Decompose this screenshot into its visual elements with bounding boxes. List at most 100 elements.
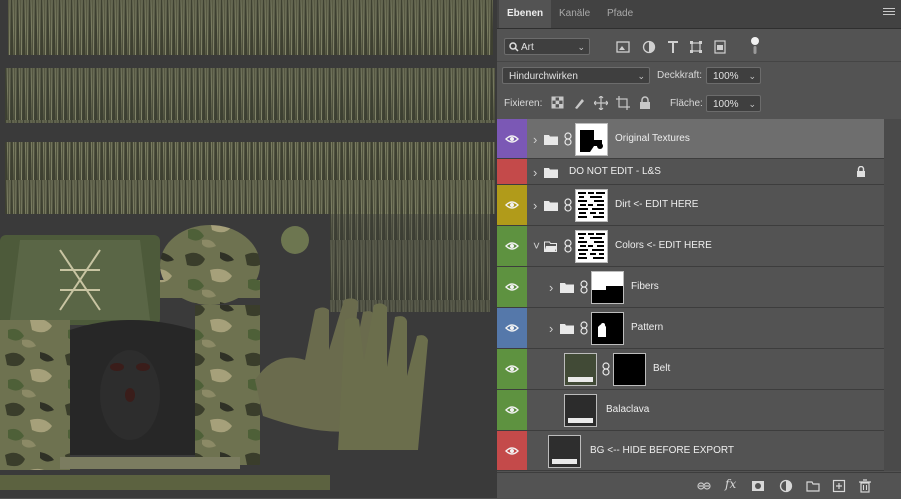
mask-link-icon[interactable] — [564, 131, 572, 146]
layer-mask-thumbnail[interactable] — [591, 271, 624, 304]
fill-layer-bar — [568, 377, 593, 382]
layers-panel: Ebenen Kanäle Pfade Art ⌄ Hindurchwirken… — [497, 0, 901, 499]
layer-visibility-toggle[interactable] — [497, 431, 527, 470]
mask-link-icon[interactable] — [564, 198, 572, 212]
tab-kanaele[interactable]: Kanäle — [551, 0, 598, 28]
layer-row[interactable]: › Original Textures — [497, 119, 884, 159]
layer-row[interactable]: Belt — [497, 349, 884, 390]
blend-mode-select[interactable]: Hindurchwirken ⌄ — [502, 67, 650, 84]
expand-group-icon[interactable]: › — [533, 132, 537, 147]
blend-mode-value: Hindurchwirken — [509, 71, 578, 82]
smart-object-filter-icon[interactable] — [713, 40, 727, 54]
layer-visibility-toggle[interactable] — [497, 159, 527, 184]
filter-kind-select[interactable]: Art ⌄ — [504, 38, 590, 55]
filter-kind-label: Art — [521, 42, 534, 53]
layer-mask-thumbnail[interactable] — [575, 230, 608, 263]
adjustment-filter-icon[interactable] — [642, 40, 656, 54]
eye-icon — [505, 365, 519, 373]
expand-group-icon[interactable]: › — [549, 321, 553, 336]
layer-visibility-toggle[interactable] — [497, 267, 527, 307]
folder-icon — [544, 167, 558, 178]
link-icon[interactable] — [697, 479, 711, 493]
filter-toggle-icon[interactable] — [750, 36, 760, 56]
layer-name[interactable]: Original Textures — [615, 133, 690, 144]
mask-link-icon[interactable] — [564, 239, 572, 253]
layer-row[interactable]: ˅ Colors <- EDIT HERE — [497, 226, 884, 267]
layer-visibility-toggle[interactable] — [497, 185, 527, 225]
layer-name[interactable]: DO NOT EDIT - L&S — [569, 166, 661, 177]
eye-icon — [505, 283, 519, 291]
layer-name[interactable]: Fibers — [631, 281, 659, 292]
eye-icon — [505, 406, 519, 414]
layer-visibility-toggle[interactable] — [497, 308, 527, 348]
fill-layer-bar — [568, 418, 593, 423]
expand-group-icon[interactable]: › — [549, 280, 553, 295]
panel-footer: fx — [497, 472, 901, 499]
type-filter-icon[interactable] — [666, 40, 680, 54]
collapse-group-icon[interactable]: ˅ — [533, 239, 540, 253]
eye-icon — [505, 446, 519, 455]
pixel-filter-icon[interactable] — [616, 40, 630, 54]
fx-icon[interactable]: fx — [725, 477, 739, 491]
layer-thumbnail — [564, 353, 597, 386]
layer-visibility-toggle[interactable] — [497, 226, 527, 266]
layer-name[interactable]: Pattern — [631, 322, 663, 333]
layer-name[interactable]: Dirt <- EDIT HERE — [615, 199, 698, 210]
chevron-down-icon: ⌄ — [748, 99, 756, 109]
new-group-icon[interactable] — [806, 479, 820, 493]
lock-transparent-pixels-icon[interactable] — [551, 96, 565, 110]
layer-row[interactable]: › Fibers — [497, 267, 884, 308]
layer-thumbnail — [564, 394, 597, 427]
layer-name[interactable]: BG <-- HIDE BEFORE EXPORT — [590, 445, 734, 456]
adjustment-icon[interactable] — [779, 479, 793, 493]
layer-name[interactable]: Balaclava — [606, 404, 649, 415]
layer-name[interactable]: Belt — [653, 363, 670, 374]
eye-icon — [505, 242, 519, 250]
lock-all-icon[interactable] — [638, 96, 652, 110]
mask-preview — [576, 231, 607, 262]
expand-group-icon[interactable]: › — [533, 165, 537, 180]
panel-menu-icon[interactable] — [883, 6, 895, 18]
fill-input[interactable]: 100% ⌄ — [706, 95, 761, 112]
layer-name[interactable]: Colors <- EDIT HERE — [615, 240, 712, 251]
lock-position-icon[interactable] — [594, 96, 608, 110]
document-canvas[interactable] — [0, 0, 497, 498]
mask-icon[interactable] — [751, 479, 765, 493]
panel-tabs: Ebenen Kanäle Pfade — [497, 0, 901, 29]
layer-mask-thumbnail[interactable] — [591, 312, 624, 345]
layer-mask-thumbnail[interactable] — [575, 189, 608, 222]
eye-icon — [505, 324, 519, 332]
layer-visibility-toggle[interactable] — [497, 119, 527, 158]
layer-visibility-toggle[interactable] — [497, 349, 527, 389]
layer-row[interactable]: BG <-- HIDE BEFORE EXPORT — [497, 431, 884, 471]
fill-layer-bar — [552, 458, 577, 464]
layer-row[interactable]: › Dirt <- EDIT HERE — [497, 185, 884, 226]
tab-pfade[interactable]: Pfade — [599, 0, 641, 28]
mask-link-icon[interactable] — [602, 362, 610, 376]
folder-icon — [544, 201, 558, 211]
expand-group-icon[interactable]: › — [533, 198, 537, 213]
mask-link-icon[interactable] — [580, 321, 588, 335]
blend-row: Hindurchwirken ⌄ Deckkraft: 100% ⌄ — [497, 61, 901, 90]
tab-ebenen[interactable]: Ebenen — [499, 0, 552, 28]
shape-filter-icon[interactable] — [689, 40, 703, 54]
layer-mask-thumbnail[interactable] — [575, 122, 608, 156]
layers-scrollbar[interactable] — [884, 119, 901, 471]
search-icon — [509, 42, 519, 52]
trash-icon[interactable] — [858, 479, 872, 493]
new-layer-icon[interactable] — [832, 479, 846, 493]
lock-artboard-icon[interactable] — [616, 96, 630, 110]
layer-row[interactable]: › DO NOT EDIT - L&S — [497, 159, 884, 185]
layer-row[interactable]: Balaclava — [497, 390, 884, 431]
layer-mask-thumbnail[interactable] — [613, 353, 646, 386]
layer-visibility-toggle[interactable] — [497, 390, 527, 430]
mask-link-icon[interactable] — [580, 280, 588, 294]
folder-icon — [544, 241, 557, 252]
layer-row[interactable]: › Pattern — [497, 308, 884, 349]
mask-preview — [576, 190, 607, 221]
lock-image-pixels-icon[interactable] — [573, 96, 587, 110]
folder-icon — [560, 324, 574, 334]
chevron-down-icon: ⌄ — [577, 42, 585, 52]
mask-preview — [592, 272, 623, 303]
opacity-input[interactable]: 100% ⌄ — [706, 67, 761, 84]
